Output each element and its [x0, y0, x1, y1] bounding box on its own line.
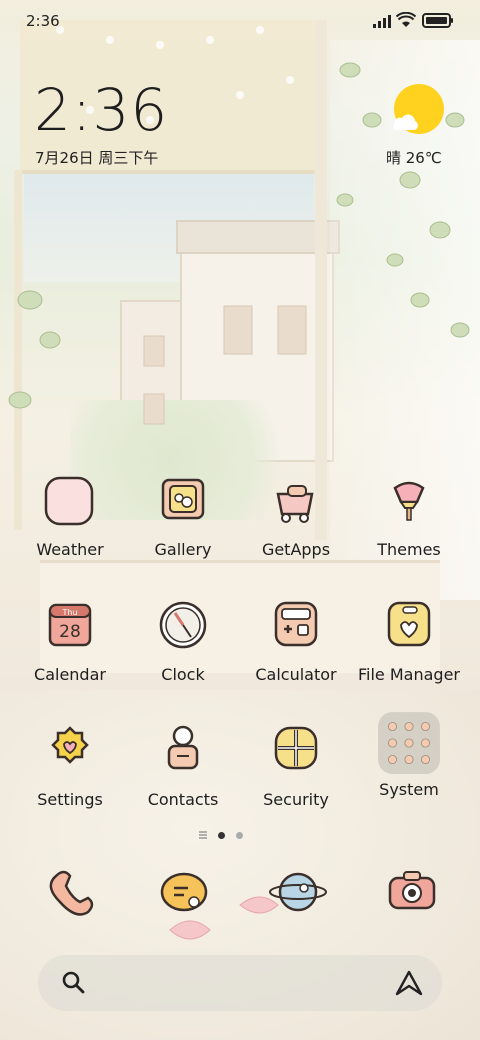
themes-icon [393, 481, 425, 521]
clock-widget-date[interactable]: 7月26日 周三下午 [35, 147, 158, 168]
app-label: Clock [161, 665, 205, 684]
clock-widget-time[interactable]: 2:36 [34, 78, 168, 142]
app-label: GetApps [261, 540, 331, 559]
gallery-icon [161, 478, 205, 520]
calculator-icon [274, 601, 318, 647]
status-bar: 2:36 [0, 0, 480, 40]
app-label: Themes [377, 540, 441, 559]
app-label: Gallery [154, 540, 212, 559]
weather-icon [44, 476, 94, 526]
calendar-icon: Thu 28 [48, 603, 92, 647]
app-gallery[interactable]: Gallery [127, 472, 239, 559]
assistant-icon[interactable] [394, 969, 424, 997]
phone-icon[interactable] [38, 862, 102, 926]
camera-icon[interactable] [380, 862, 444, 926]
app-getapps[interactable]: GetApps [240, 472, 352, 559]
browser-icon[interactable] [266, 862, 330, 926]
signal-icon [373, 15, 391, 28]
home-screen: 2:36 2:36 7月26日 周三下午 晴 26℃ Weather Galle… [0, 0, 480, 1040]
app-system-folder[interactable]: System [353, 712, 465, 799]
app-settings[interactable]: Settings [14, 722, 126, 809]
folder-icon [387, 601, 431, 647]
menu-lines-icon [199, 831, 207, 839]
app-label: Weather [36, 540, 104, 559]
app-contacts[interactable]: Contacts [127, 722, 239, 809]
security-icon [274, 726, 318, 770]
app-label: File Manager [358, 665, 460, 684]
settings-icon [51, 726, 89, 764]
search-bar[interactable] [38, 955, 442, 1011]
app-calculator[interactable]: Calculator [240, 597, 352, 684]
battery-icon [422, 13, 453, 28]
weather-widget-temp[interactable]: 晴 26℃ [386, 147, 442, 168]
search-icon[interactable] [60, 969, 86, 995]
page-dot-active [218, 832, 225, 839]
app-label: System [379, 780, 439, 799]
app-label: Contacts [147, 790, 219, 809]
app-file-manager[interactable]: File Manager [353, 597, 465, 684]
sun-icon[interactable] [390, 84, 444, 138]
app-security[interactable]: Security [240, 722, 352, 809]
page-dot [236, 832, 243, 839]
calendar-date: 28 [59, 622, 81, 642]
clock-icon [159, 601, 207, 649]
app-clock[interactable]: Clock [127, 597, 239, 684]
app-label: Calculator [255, 665, 337, 684]
messages-icon[interactable] [152, 862, 216, 926]
app-label: Calendar [34, 665, 106, 684]
app-label: Security [263, 790, 329, 809]
page-indicator[interactable] [198, 829, 248, 841]
app-weather[interactable]: Weather [14, 472, 126, 559]
wifi-icon [396, 12, 416, 27]
app-themes[interactable]: Themes [353, 472, 465, 559]
contacts-icon [167, 725, 199, 770]
status-time: 2:36 [26, 12, 60, 30]
app-label: Settings [37, 790, 103, 809]
getapps-icon [276, 485, 314, 523]
folder-system-icon [378, 712, 440, 774]
calendar-day: Thu [61, 608, 77, 617]
app-calendar[interactable]: Thu 28 Calendar [14, 597, 126, 684]
